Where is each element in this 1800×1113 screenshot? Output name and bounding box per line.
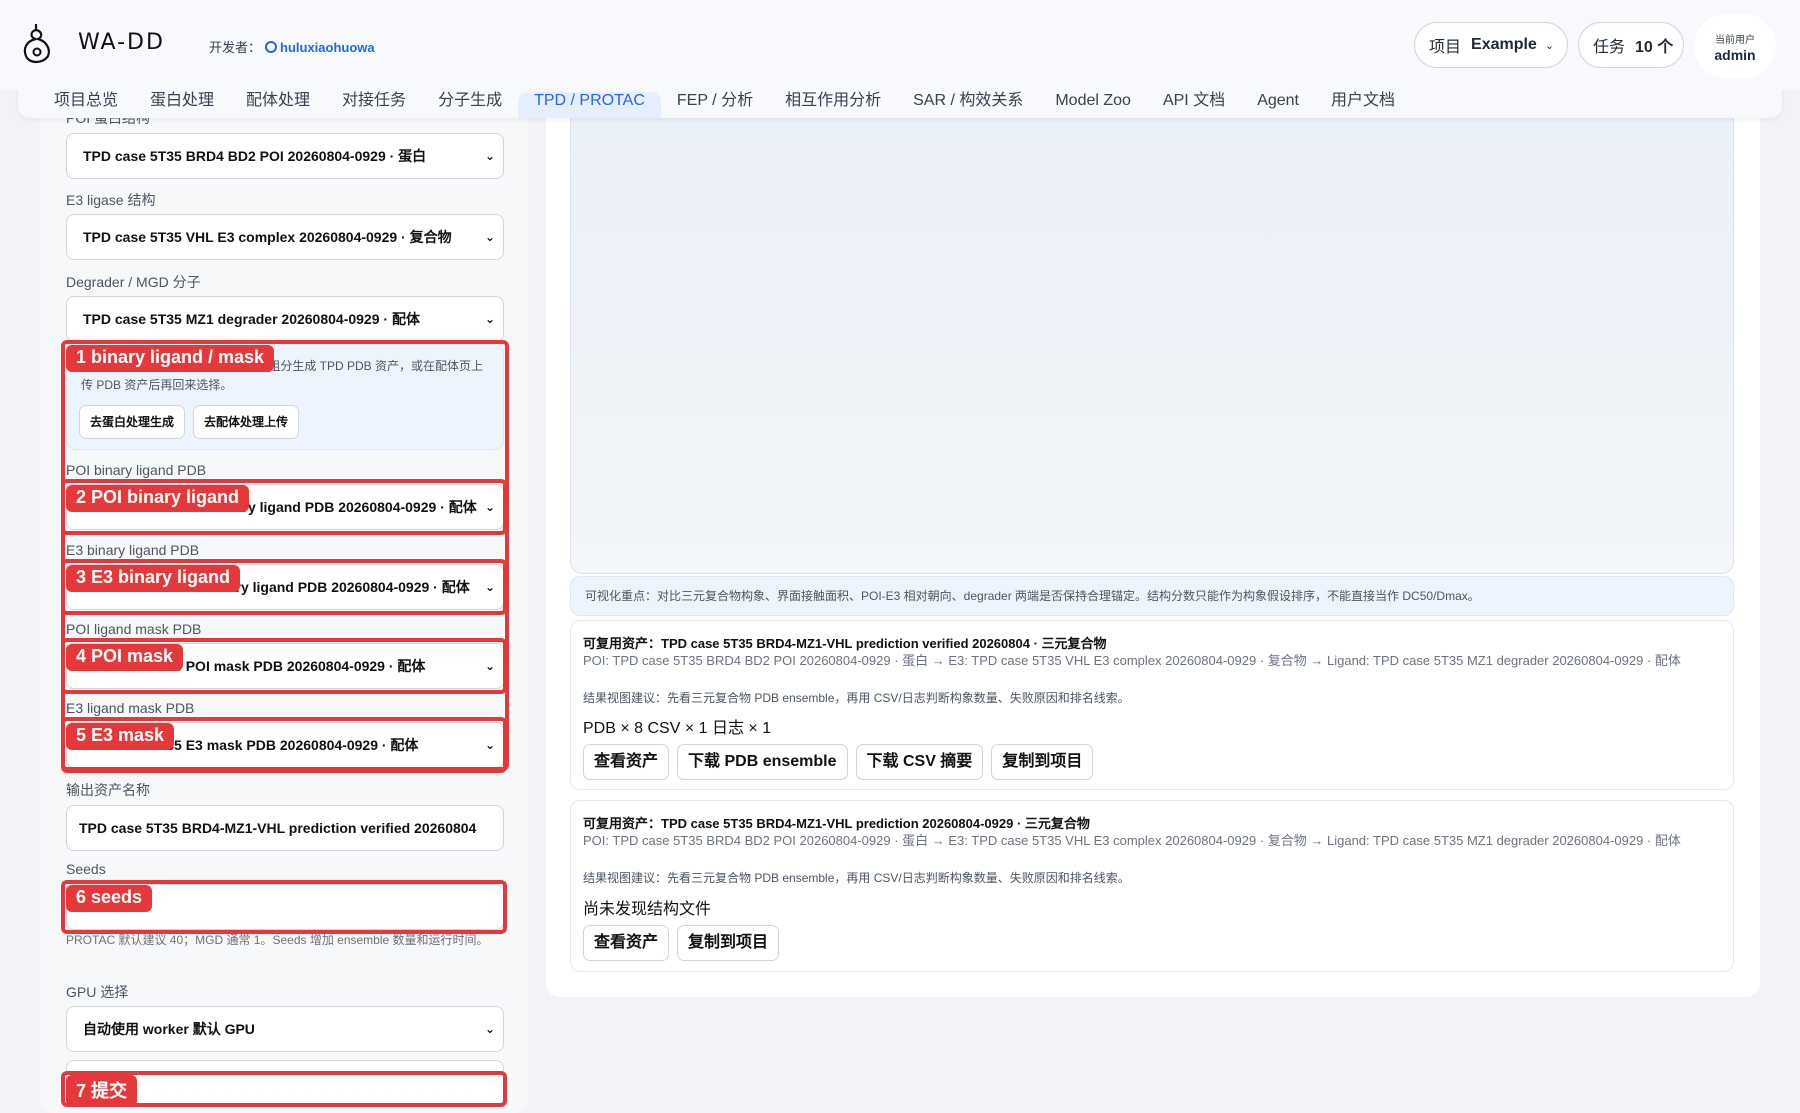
poi-structure-value: TPD case 5T35 BRD4 BD2 POI 20260804-0929… — [83, 148, 427, 164]
tab-overview[interactable]: 项目总览 — [38, 86, 134, 118]
project-label: 项目 — [1429, 39, 1462, 56]
task-label: 任务 — [1593, 39, 1626, 56]
structure-viewer[interactable] — [570, 100, 1734, 574]
viewer-note: 可视化重点：对比三元复合物构象、界面接触面积、POI-E3 相对朝向、degra… — [570, 576, 1734, 616]
seeds-label: Seeds — [66, 861, 106, 877]
asset-card-title: 可复用资产：TPD case 5T35 BRD4-MZ1-VHL predict… — [583, 636, 1107, 651]
seeds-help-text: PROTAC 默认建议 40；MGD 通常 1。Seeds 增加 ensembl… — [66, 933, 489, 947]
annotation-label-6: 6 seeds — [66, 885, 153, 912]
user-menu[interactable]: 当前用户 admin — [1694, 14, 1776, 78]
annotation-label-4: 4 POI mask — [66, 644, 184, 671]
annotation-label-3: 3 E3 binary ligand — [66, 565, 241, 592]
copy-to-project-button[interactable]: 复制到项目 — [677, 925, 780, 961]
degrader-label: Degrader / MGD 分子 — [66, 274, 201, 290]
tab-fep[interactable]: FEP / 分析 — [661, 86, 769, 118]
tab-ligand[interactable]: 配体处理 — [230, 86, 326, 118]
developer-label: 开发者： — [209, 40, 262, 55]
asset-card-actions: 查看资产 复制到项目 — [583, 925, 780, 961]
tab-interaction[interactable]: 相互作用分析 — [769, 86, 897, 118]
developer-name: huluxiaohuowa — [280, 40, 375, 55]
annotation-box-1 — [61, 340, 509, 771]
app-logo-text: WA-DD — [78, 30, 165, 55]
chevron-down-icon: ⌄ — [480, 134, 495, 178]
user-name: admin — [1714, 47, 1756, 63]
tab-generation[interactable]: 分子生成 — [422, 86, 518, 118]
task-value: 10 个 — [1635, 39, 1674, 56]
asset-card-counts: PDB × 8 CSV × 1 日志 × 1 — [583, 720, 772, 737]
top-header: WA-DD 开发者： huluxiaohuowa 项目 Example ⌄ 任务 … — [0, 0, 1800, 90]
output-name-label: 输出资产名称 — [66, 782, 150, 798]
chevron-down-icon: ⌄ — [480, 297, 495, 341]
asset-card-suggestion: 结果视图建议：先看三元复合物 PDB ensemble，再用 CSV/日志判断构… — [583, 691, 1130, 705]
copy-to-project-button[interactable]: 复制到项目 — [991, 744, 1094, 780]
download-csv-button[interactable]: 下载 CSV 摘要 — [855, 744, 984, 780]
gpu-select[interactable]: 自动使用 worker 默认 GPU ⌄ — [66, 1006, 504, 1052]
developer-link[interactable]: huluxiaohuowa — [265, 40, 375, 55]
chevron-down-icon: ⌄ — [480, 1007, 495, 1051]
annotation-label-2: 2 POI binary ligand — [66, 485, 250, 512]
degrader-value: TPD case 5T35 MZ1 degrader 20260804-0929… — [83, 311, 420, 327]
annotation-label-7: 7 提交 — [66, 1075, 138, 1107]
asset-card-counts: 尚未发现结构文件 — [583, 901, 712, 918]
e3-ligase-value: TPD case 5T35 VHL E3 complex 20260804-09… — [83, 229, 452, 245]
asset-card-actions: 查看资产 下载 PDB ensemble 下载 CSV 摘要 复制到项目 — [583, 744, 1094, 780]
poi-structure-select[interactable]: TPD case 5T35 BRD4 BD2 POI 20260804-0929… — [66, 133, 504, 179]
chevron-down-icon: ⌄ — [1544, 39, 1555, 52]
user-label: 当前用户 — [1715, 35, 1755, 46]
tab-agent[interactable]: Agent — [1241, 92, 1315, 118]
tab-model-zoo[interactable]: Model Zoo — [1039, 92, 1147, 118]
download-pdb-button[interactable]: 下载 PDB ensemble — [677, 744, 848, 780]
page: 项目总览 蛋白处理 配体处理 对接任务 分子生成 TPD / PROTAC FE… — [0, 0, 1800, 1113]
tab-sar[interactable]: SAR / 构效关系 — [897, 86, 1039, 118]
tab-user-docs[interactable]: 用户文档 — [1315, 86, 1411, 118]
gpu-label: GPU 选择 — [66, 984, 129, 1000]
project-selector[interactable]: 项目 Example ⌄ — [1414, 22, 1568, 68]
gpu-value: 自动使用 worker 默认 GPU — [83, 1021, 255, 1037]
asset-card-title: 可复用资产：TPD case 5T35 BRD4-MZ1-VHL predict… — [583, 816, 1090, 831]
project-value: Example — [1471, 36, 1537, 53]
degrader-select[interactable]: TPD case 5T35 MZ1 degrader 20260804-0929… — [66, 296, 504, 342]
gourd-logo-icon — [23, 24, 50, 64]
asset-card-description: POI: TPD case 5T35 BRD4 BD2 POI 20260804… — [583, 833, 1681, 848]
output-name-input[interactable]: TPD case 5T35 BRD4-MZ1-VHL prediction ve… — [66, 805, 504, 851]
chevron-down-icon: ⌄ — [480, 215, 495, 259]
tab-docking[interactable]: 对接任务 — [326, 86, 422, 118]
asset-card-2: 可复用资产：TPD case 5T35 BRD4-MZ1-VHL predict… — [570, 800, 1734, 972]
e3-ligase-select[interactable]: TPD case 5T35 VHL E3 complex 20260804-09… — [66, 214, 504, 260]
task-counter[interactable]: 任务 10 个 — [1578, 22, 1684, 68]
annotation-label-1: 1 binary ligand / mask — [66, 345, 275, 372]
asset-card-suggestion: 结果视图建议：先看三元复合物 PDB ensemble，再用 CSV/日志判断构… — [583, 871, 1130, 885]
tab-tpd-protac[interactable]: TPD / PROTAC — [518, 92, 661, 118]
view-asset-button[interactable]: 查看资产 — [583, 744, 670, 780]
tab-api-docs[interactable]: API 文档 — [1147, 86, 1241, 118]
github-icon — [265, 41, 278, 53]
asset-card-description: POI: TPD case 5T35 BRD4 BD2 POI 20260804… — [583, 653, 1681, 668]
developer-info: 开发者： huluxiaohuowa — [209, 37, 375, 56]
tab-protein[interactable]: 蛋白处理 — [134, 86, 230, 118]
view-asset-button[interactable]: 查看资产 — [583, 925, 670, 961]
asset-card-1: 可复用资产：TPD case 5T35 BRD4-MZ1-VHL predict… — [570, 620, 1734, 790]
annotation-label-5: 5 E3 mask — [66, 723, 175, 750]
e3-ligase-label: E3 ligase 结构 — [66, 192, 156, 208]
